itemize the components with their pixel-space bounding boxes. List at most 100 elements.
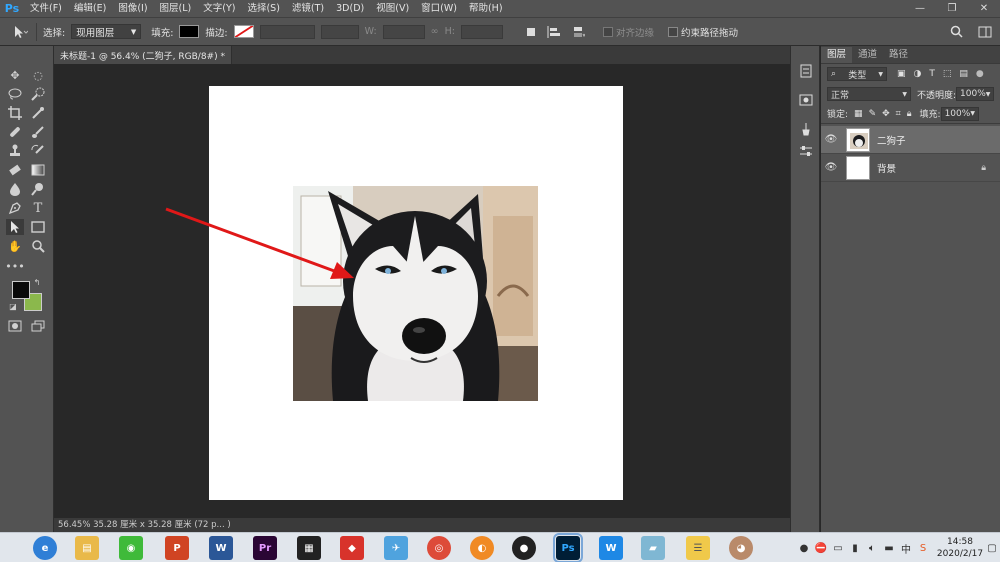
video-editor-icon[interactable]: ▦ [297, 536, 321, 560]
lock-image-icon[interactable]: ✎ [869, 109, 877, 119]
hand-tool-icon[interactable]: ✋ [6, 238, 24, 254]
menu-select[interactable]: 选择(S) [241, 0, 285, 17]
lock-artboard-icon[interactable]: ⌗ [896, 109, 901, 119]
premiere-icon[interactable]: Pr [253, 536, 277, 560]
history-panel-icon[interactable] [798, 64, 814, 78]
edit-toolbar-icon[interactable]: ••• [5, 258, 24, 274]
path-alignment-icon[interactable] [547, 25, 561, 38]
screen-mode-icon[interactable] [29, 318, 47, 334]
word-icon[interactable]: W [209, 536, 233, 560]
battery-tray-icon[interactable]: ▬ [882, 541, 896, 555]
brush-tool-icon[interactable] [29, 124, 47, 140]
close-button[interactable]: ✕ [968, 0, 1000, 17]
lock-transparent-icon[interactable]: ▦ [854, 109, 863, 119]
menu-layer[interactable]: 图层(L) [154, 0, 198, 17]
document-tab[interactable]: 未标题-1 @ 56.4% (二狗子, RGB/8#) * × [54, 46, 239, 64]
layer-row-background[interactable]: 👁︎ 背景 🔒︎ [821, 154, 1000, 182]
gradient-tool-icon[interactable] [29, 162, 47, 178]
menu-image[interactable]: 图像(I) [112, 0, 153, 17]
swap-colors-icon[interactable]: ↰ [32, 277, 42, 287]
pen-tool-icon[interactable] [6, 200, 24, 216]
menu-window[interactable]: 窗口(W) [415, 0, 463, 17]
notifications-icon[interactable]: ▢ [987, 541, 997, 555]
default-colors-icon[interactable]: ◪ [8, 301, 18, 311]
qq-icon[interactable]: ● [512, 536, 536, 560]
link-dimensions-icon[interactable]: ∞ [431, 26, 439, 37]
display-tray-icon[interactable]: ▭ [831, 541, 845, 555]
rectangle-tool-icon[interactable] [29, 219, 47, 235]
stroke-type-dropdown[interactable] [320, 24, 359, 39]
sogou-tray-icon[interactable]: S [916, 541, 930, 555]
blur-tool-icon[interactable] [6, 181, 24, 197]
minimize-button[interactable]: — [904, 0, 936, 17]
photo-icon[interactable]: ◕ [729, 536, 753, 560]
adjustments-panel-icon[interactable] [798, 144, 814, 158]
network-tray-icon[interactable]: ▮ [848, 541, 862, 555]
stroke-width-field[interactable] [259, 24, 315, 39]
constrain-path-checkbox[interactable]: 约束路径拖动 [667, 25, 738, 39]
healing-brush-tool-icon[interactable] [6, 124, 24, 140]
visibility-eye-icon[interactable]: 👁︎ [821, 134, 841, 145]
history-brush-tool-icon[interactable] [29, 143, 47, 159]
zoom-tool-icon[interactable] [29, 238, 47, 254]
lock-all-icon[interactable]: 🔒︎ [907, 109, 912, 119]
menu-file[interactable]: 文件(F) [24, 0, 68, 17]
menu-type[interactable]: 文字(Y) [197, 0, 241, 17]
maximize-button[interactable]: ❐ [936, 0, 968, 17]
input-method-tray-icon[interactable]: 中 [899, 541, 913, 556]
move-tool-icon[interactable]: ✥ [6, 67, 24, 83]
fill-field[interactable]: 100% ▼ [940, 106, 979, 121]
tab-channels[interactable]: 通道 [852, 47, 883, 63]
foreground-color-swatch[interactable] [12, 281, 30, 299]
chrome-icon[interactable]: ◎ [427, 536, 451, 560]
volume-tray-icon[interactable]: 🔈︎ [865, 541, 879, 555]
path-selection-tool-icon[interactable] [6, 219, 24, 235]
menu-help[interactable]: 帮助(H) [463, 0, 509, 17]
app-orange-icon[interactable]: ◐ [470, 536, 494, 560]
crop-tool-icon[interactable] [6, 105, 24, 121]
eyedropper-tool-icon[interactable] [29, 105, 47, 121]
path-operations-icon[interactable] [525, 26, 537, 38]
notes-icon[interactable]: ☰ [686, 536, 710, 560]
height-input[interactable] [460, 24, 503, 39]
file-explorer-icon[interactable]: ▤ [75, 536, 99, 560]
menu-filter[interactable]: 滤镜(T) [286, 0, 330, 17]
wps-icon[interactable]: W [599, 536, 623, 560]
canvas-area[interactable] [54, 64, 790, 518]
menu-view[interactable]: 视图(V) [370, 0, 415, 17]
width-input[interactable] [382, 24, 425, 39]
layer-filter-dropdown[interactable]: ⌕ 类型 ▼ [827, 67, 887, 81]
visibility-eye-icon[interactable]: 👁︎ [821, 162, 841, 173]
menu-3d[interactable]: 3D(D) [330, 0, 370, 17]
antivirus-tray-icon[interactable]: ⛔ [814, 541, 828, 555]
eraser-tool-icon[interactable] [6, 162, 24, 178]
qq-tray-icon[interactable]: ● [797, 541, 811, 555]
marquee-tool-icon[interactable]: ◌ [29, 67, 47, 83]
dodge-tool-icon[interactable] [29, 181, 47, 197]
blend-mode-dropdown[interactable]: 正常 ▼ [827, 87, 911, 101]
filter-toggle-icon[interactable]: ● [976, 69, 984, 79]
tab-paths[interactable]: 路径 [883, 47, 914, 63]
filter-shape-icon[interactable]: ⬚ [943, 69, 952, 79]
notebook-icon[interactable]: ▰ [641, 536, 665, 560]
align-edges-checkbox[interactable]: 对齐边缘 [602, 25, 654, 39]
menu-edit[interactable]: 编辑(E) [68, 0, 112, 17]
photoshop-icon[interactable]: Ps [553, 533, 583, 562]
type-tool-icon[interactable]: T [29, 200, 47, 216]
filter-pixel-icon[interactable]: ▣ [897, 69, 906, 79]
wechat-icon[interactable]: ◉ [119, 536, 143, 560]
powerpoint-icon[interactable]: P [165, 536, 189, 560]
search-icon[interactable] [950, 25, 963, 38]
lock-position-icon[interactable]: ✥ [882, 109, 890, 119]
browser-icon[interactable]: e [33, 536, 57, 560]
opacity-field[interactable]: 100% ▼ [956, 87, 995, 101]
tab-layers[interactable]: 图层 [821, 47, 853, 63]
quick-selection-tool-icon[interactable] [29, 86, 47, 102]
path-arrangement-icon[interactable] [571, 26, 585, 38]
select-mode-dropdown[interactable]: 现用图层 ▼ [71, 24, 142, 39]
system-clock[interactable]: 14:58 2020/2/17 [933, 536, 987, 560]
game-icon[interactable]: ◆ [340, 536, 364, 560]
filter-adjustment-icon[interactable]: ◑ [914, 69, 922, 79]
path-select-tool-preset[interactable] [12, 25, 28, 39]
qq-bird-icon[interactable]: ✈ [384, 536, 408, 560]
